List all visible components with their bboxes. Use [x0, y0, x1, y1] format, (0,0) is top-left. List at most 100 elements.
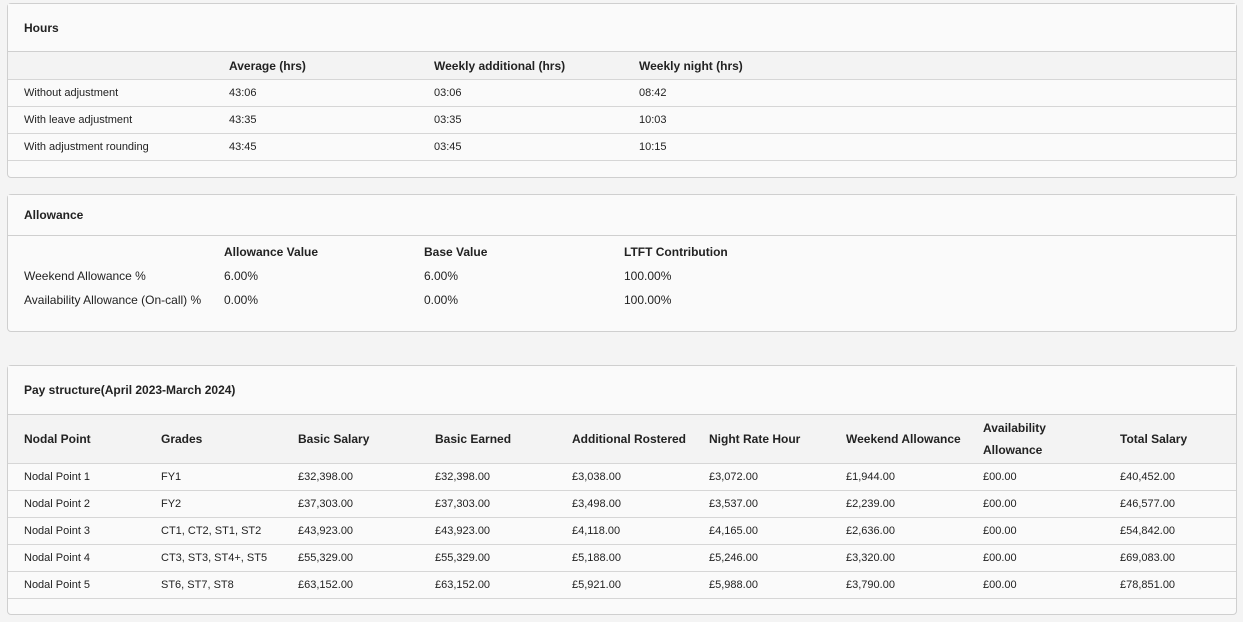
pay-col-night-rate-hour: Night Rate Hour [693, 415, 830, 464]
additional-rostered-cell: £5,921.00 [556, 571, 693, 599]
pay-col-grades: Grades [145, 415, 282, 464]
hours-col-weekly-additional: Weekly additional (hrs) [418, 52, 623, 80]
night-rate-hour-cell: £3,072.00 [693, 463, 830, 491]
allowance-title: Allowance [8, 195, 1236, 236]
pay-col-nodal-point: Nodal Point [8, 415, 145, 464]
allowance-table: Allowance Value Base Value LTFT Contribu… [8, 240, 1236, 312]
allowance-row-label: Availability Allowance (On-call) % [24, 293, 202, 307]
weekend-allowance-cell: £3,320.00 [830, 544, 967, 572]
pay-table-body: Nodal Point 1 FY1 £32,398.00 £32,398.00 £3,0… [8, 463, 1236, 599]
table-row: Nodal Point 4 CT3, ST3, ST4+, ST5 £55,329.… [8, 544, 1236, 572]
night-rate-hour-cell: £4,165.00 [693, 517, 830, 545]
table-row: Weekend Allowance % 6.00% 6.00% 100.00% [8, 264, 1236, 288]
pay-col-weekend-allowance: Weekend Allowance [830, 415, 967, 464]
hours-additional-cell: 03:35 [418, 106, 623, 134]
availability-allowance-cell: £00.00 [967, 544, 1104, 572]
basic-salary-cell: £32,398.00 [282, 463, 419, 491]
hours-additional-cell: 03:45 [418, 133, 623, 161]
allowance-base-cell: 6.00% [424, 269, 459, 283]
table-row: Without adjustment 43:06 03:06 08:42 [8, 79, 1236, 107]
nodal-point-cell: Nodal Point 4 [8, 544, 145, 572]
table-row: Nodal Point 3 CT1, CT2, ST1, ST2 £43,923.0… [8, 517, 1236, 545]
total-salary-cell: £54,842.00 [1104, 517, 1236, 545]
table-row: Nodal Point 5 ST6, ST7, ST8 £63,152.00 £63,… [8, 571, 1236, 599]
night-rate-hour-cell: £5,246.00 [693, 544, 830, 572]
nodal-point-cell: Nodal Point 2 [8, 490, 145, 518]
hours-night-cell: 10:03 [623, 106, 1236, 134]
pay-structure-table: Nodal Point Grades Basic Salary Basic Ea… [8, 415, 1236, 599]
additional-rostered-cell: £3,038.00 [556, 463, 693, 491]
pay-structure-title: Pay structure(April 2023-March 2024) [8, 366, 1236, 415]
nodal-point-cell: Nodal Point 5 [8, 571, 145, 599]
availability-allowance-cell: £00.00 [967, 571, 1104, 599]
basic-earned-cell: £32,398.00 [419, 463, 556, 491]
pay-structure-card: Pay structure(April 2023-March 2024) Nod… [7, 365, 1237, 615]
hours-col-average: Average (hrs) [213, 52, 418, 80]
table-row: Nodal Point 2 FY2 £37,303.00 £37,303.00 £3,4… [8, 490, 1236, 518]
grades-cell: ST6, ST7, ST8 [145, 571, 282, 599]
nodal-point-cell: Nodal Point 3 [8, 517, 145, 545]
allowance-ltft-cell: 100.00% [624, 269, 672, 283]
weekend-allowance-cell: £2,239.00 [830, 490, 967, 518]
hours-header-row: Average (hrs) Weekly additional (hrs) We… [8, 52, 1236, 80]
allowance-value-cell: 0.00% [224, 293, 259, 307]
allowance-ltft-cell: 100.00% [624, 293, 672, 307]
pay-col-total-salary: Total Salary [1104, 415, 1236, 464]
grades-cell: CT3, ST3, ST4+, ST5 [145, 544, 282, 572]
basic-earned-cell: £63,152.00 [419, 571, 556, 599]
hours-row-label: Without adjustment [8, 79, 213, 107]
table-row: With leave adjustment 43:35 03:35 10:03 [8, 106, 1236, 134]
weekend-allowance-cell: £3,790.00 [830, 571, 967, 599]
pay-col-basic-earned: Basic Earned [419, 415, 556, 464]
table-row: Nodal Point 1 FY1 £32,398.00 £32,398.00 £3,0… [8, 463, 1236, 491]
total-salary-cell: £69,083.00 [1104, 544, 1236, 572]
pay-header-row: Nodal Point Grades Basic Salary Basic Ea… [8, 415, 1236, 464]
total-salary-cell: £40,452.00 [1104, 463, 1236, 491]
weekend-allowance-cell: £1,944.00 [830, 463, 967, 491]
additional-rostered-cell: £4,118.00 [556, 517, 693, 545]
pay-col-availability-allowance: Availability Allowance [967, 415, 1104, 464]
pay-col-additional-rostered: Additional Rostered [556, 415, 693, 464]
allowance-value-cell: 6.00% [224, 269, 259, 283]
weekend-allowance-cell: £2,636.00 [830, 517, 967, 545]
table-row: With adjustment rounding 43:45 03:45 10:… [8, 133, 1236, 161]
availability-allowance-cell: £00.00 [967, 517, 1104, 545]
basic-earned-cell: £43,923.00 [419, 517, 556, 545]
hours-average-cell: 43:06 [213, 79, 418, 107]
hours-average-cell: 43:45 [213, 133, 418, 161]
hours-additional-cell: 03:06 [418, 79, 623, 107]
allowance-header-row: Allowance Value Base Value LTFT Contribu… [8, 240, 1236, 264]
additional-rostered-cell: £3,498.00 [556, 490, 693, 518]
basic-salary-cell: £55,329.00 [282, 544, 419, 572]
total-salary-cell: £78,851.00 [1104, 571, 1236, 599]
allowance-col-label [8, 240, 208, 264]
hours-col-label [8, 52, 213, 80]
grades-cell: CT1, CT2, ST1, ST2 [145, 517, 282, 545]
basic-salary-cell: £63,152.00 [282, 571, 419, 599]
night-rate-hour-cell: £5,988.00 [693, 571, 830, 599]
table-row: Availability Allowance (On-call) % 0.00%… [8, 288, 1236, 312]
allowance-row-label: Weekend Allowance % [24, 269, 146, 283]
hours-row-label: With leave adjustment [8, 106, 213, 134]
allowance-col-ltft: LTFT Contribution [624, 245, 728, 259]
allowance-col-value: Allowance Value [224, 245, 319, 259]
allowance-base-cell: 0.00% [424, 293, 459, 307]
hours-night-cell: 10:15 [623, 133, 1236, 161]
basic-salary-cell: £37,303.00 [282, 490, 419, 518]
availability-allowance-cell: £00.00 [967, 490, 1104, 518]
grades-cell: FY1 [145, 463, 282, 491]
nodal-point-cell: Nodal Point 1 [8, 463, 145, 491]
hours-night-cell: 08:42 [623, 79, 1236, 107]
total-salary-cell: £46,577.00 [1104, 490, 1236, 518]
allowance-card: Allowance Allowance Value Base Value LTF… [7, 194, 1237, 332]
basic-earned-cell: £37,303.00 [419, 490, 556, 518]
hours-col-weekly-night: Weekly night (hrs) [623, 52, 1236, 80]
allowance-col-base: Base Value [424, 245, 488, 259]
night-rate-hour-cell: £3,537.00 [693, 490, 830, 518]
hours-table: Average (hrs) Weekly additional (hrs) We… [8, 52, 1236, 161]
basic-salary-cell: £43,923.00 [282, 517, 419, 545]
hours-average-cell: 43:35 [213, 106, 418, 134]
hours-title: Hours [8, 4, 1236, 52]
grades-cell: FY2 [145, 490, 282, 518]
additional-rostered-cell: £5,188.00 [556, 544, 693, 572]
